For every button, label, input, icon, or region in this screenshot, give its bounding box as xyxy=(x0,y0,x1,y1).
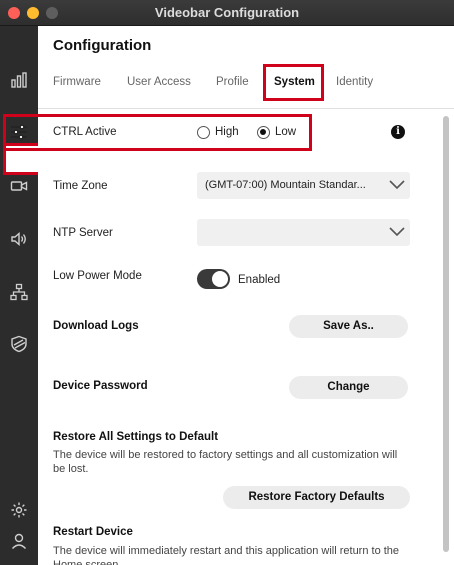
speaker-icon[interactable] xyxy=(9,229,29,249)
restore-defaults-label: Restore All Settings to Default xyxy=(53,431,219,443)
ctrl-low-radio[interactable] xyxy=(257,126,270,139)
restore-description: The device will be restored to factory s… xyxy=(53,449,398,475)
user-icon[interactable] xyxy=(9,531,29,551)
device-password-label: Device Password xyxy=(53,380,148,392)
time-zone-select[interactable]: (GMT-07:00) Mountain Standar... xyxy=(197,172,410,199)
shield-icon[interactable] xyxy=(9,334,29,354)
low-power-mode-state: Enabled xyxy=(238,274,281,286)
restart-description: The device will immediately restart and … xyxy=(53,545,400,565)
ctrl-active-label: CTRL Active xyxy=(53,126,117,138)
tab-divider xyxy=(38,108,454,109)
ctrl-high-radio[interactable] xyxy=(197,126,210,139)
low-power-mode-toggle[interactable] xyxy=(197,269,230,289)
stats-icon[interactable] xyxy=(9,70,29,90)
tab-profile[interactable]: Profile xyxy=(216,76,249,88)
main-panel: Configuration Firmware User Access Profi… xyxy=(3,26,454,565)
time-zone-value: (GMT-07:00) Mountain Standar... xyxy=(205,179,366,191)
chevron-down-icon xyxy=(389,227,405,237)
tab-highlight-box xyxy=(263,64,324,101)
time-zone-label: Time Zone xyxy=(53,180,108,192)
low-power-mode-label: Low Power Mode xyxy=(53,270,142,282)
save-as-button[interactable]: Save As.. xyxy=(289,315,408,338)
gear-icon[interactable] xyxy=(9,500,29,520)
tab-identity[interactable]: Identity xyxy=(336,76,373,88)
window-title: Videobar Configuration xyxy=(154,5,300,20)
ctrl-low-label[interactable]: Low xyxy=(275,126,296,138)
title-bar: Videobar Configuration xyxy=(0,0,454,26)
page-title: Configuration xyxy=(53,37,152,54)
restore-factory-defaults-button[interactable]: Restore Factory Defaults xyxy=(223,486,410,509)
ntp-server-select[interactable] xyxy=(197,219,410,246)
ctrl-high-label[interactable]: High xyxy=(215,126,239,138)
restart-device-label: Restart Device xyxy=(53,526,133,538)
tab-firmware[interactable]: Firmware xyxy=(53,76,101,88)
tab-user-access[interactable]: User Access xyxy=(127,76,191,88)
network-icon[interactable] xyxy=(9,282,29,302)
ntp-server-label: NTP Server xyxy=(53,227,113,239)
camera-icon[interactable] xyxy=(9,176,29,196)
change-password-button[interactable]: Change xyxy=(289,376,408,399)
scrollbar[interactable] xyxy=(443,116,449,552)
chevron-down-icon xyxy=(389,180,405,190)
download-logs-label: Download Logs xyxy=(53,320,139,332)
sidebar xyxy=(0,26,47,565)
info-icon[interactable]: i xyxy=(391,125,405,139)
